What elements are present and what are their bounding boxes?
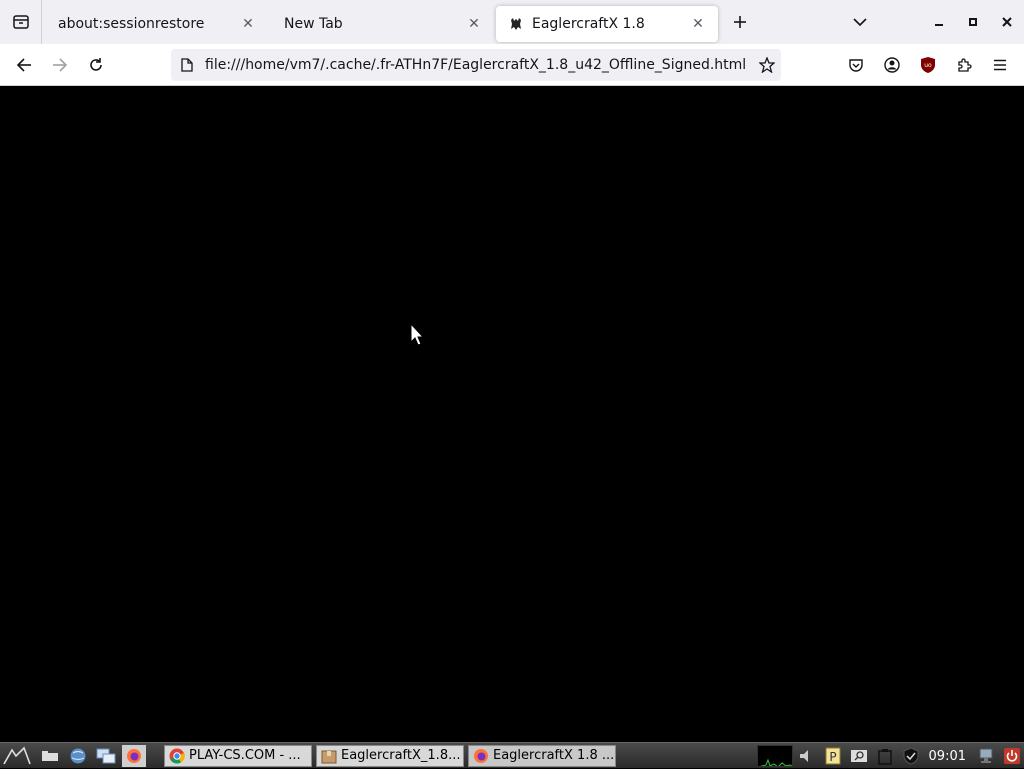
app-menu-button[interactable] bbox=[982, 49, 1018, 81]
maximize-icon bbox=[969, 18, 977, 26]
reload-icon bbox=[90, 57, 102, 71]
volume-icon[interactable] bbox=[795, 745, 819, 767]
package-icon bbox=[321, 750, 337, 763]
minimize-icon bbox=[935, 24, 943, 26]
url-text[interactable]: file:///home/vm7/.cache/.fr-ATHn7F/Eagle… bbox=[205, 57, 753, 73]
puzzle-icon bbox=[958, 58, 972, 72]
system-tray: P 09:01 bbox=[756, 743, 1024, 769]
account-button[interactable] bbox=[874, 49, 910, 81]
close-icon[interactable]: ✕ bbox=[464, 14, 484, 34]
firefox-view-button[interactable] bbox=[0, 0, 42, 44]
close-window-button[interactable] bbox=[990, 4, 1024, 40]
url-bar[interactable]: file:///home/vm7/.cache/.fr-ATHn7F/Eagle… bbox=[171, 49, 781, 81]
ublock-shield-icon: uo bbox=[921, 57, 935, 73]
clock[interactable]: 09:01 bbox=[929, 749, 966, 764]
close-icon[interactable]: ✕ bbox=[238, 14, 258, 34]
chrome-icon bbox=[169, 748, 185, 763]
reload-button[interactable] bbox=[78, 49, 114, 81]
chevron-down-icon bbox=[853, 18, 867, 27]
file-manager-button[interactable] bbox=[94, 745, 118, 767]
new-tab-button[interactable] bbox=[720, 4, 760, 40]
pocket-button[interactable] bbox=[838, 49, 874, 81]
firefox-icon bbox=[127, 748, 141, 763]
svg-text:P: P bbox=[829, 750, 836, 764]
windows-icon bbox=[96, 748, 116, 763]
toolbar-right: uo bbox=[838, 49, 1018, 81]
parking-icon[interactable]: P bbox=[821, 745, 845, 767]
task-label: EaglercraftX 1.8 ... bbox=[493, 748, 615, 763]
page-icon[interactable] bbox=[179, 57, 195, 73]
maximize-button[interactable] bbox=[956, 4, 990, 40]
tab-new-tab[interactable]: New Tab ✕ bbox=[268, 6, 494, 42]
minimize-button[interactable] bbox=[922, 4, 956, 40]
svg-text:uo: uo bbox=[924, 62, 932, 69]
account-icon bbox=[884, 57, 900, 73]
task-label: EaglercraftX_1.8... bbox=[341, 748, 461, 763]
page-content-canvas[interactable] bbox=[0, 86, 1024, 742]
firefox-launcher[interactable] bbox=[122, 744, 146, 767]
cpu-monitor[interactable] bbox=[756, 745, 793, 767]
hamburger-icon bbox=[994, 59, 1006, 71]
navigation-toolbar: file:///home/vm7/.cache/.fr-ATHn7F/Eagle… bbox=[0, 44, 1024, 86]
tab-strip: about:sessionrestore ✕ New Tab ✕ Eaglerc… bbox=[0, 0, 1024, 44]
tab-label: about:sessionrestore bbox=[58, 16, 205, 32]
task-eaglercraft-file[interactable]: EaglercraftX_1.8... bbox=[316, 744, 464, 767]
mouse-cursor-icon bbox=[410, 323, 425, 346]
close-icon[interactable]: ✕ bbox=[688, 14, 708, 34]
globe-icon bbox=[70, 748, 86, 763]
pocket-icon bbox=[849, 59, 863, 72]
tab-eaglercraft[interactable]: EaglercraftX 1.8 ✕ bbox=[496, 6, 718, 42]
firefox-view-icon bbox=[12, 15, 29, 29]
plus-icon bbox=[734, 16, 746, 28]
shield-icon[interactable] bbox=[899, 745, 923, 767]
network-icon[interactable] bbox=[974, 745, 998, 767]
eaglercraft-favicon-icon bbox=[508, 16, 524, 32]
close-icon bbox=[1002, 17, 1012, 27]
search-icon[interactable] bbox=[847, 745, 871, 767]
task-eaglercraft-firefox[interactable]: EaglercraftX 1.8 ... bbox=[468, 744, 616, 767]
tab-label: New Tab bbox=[284, 16, 343, 32]
task-play-cs[interactable]: PLAY-CS.COM - ... bbox=[164, 744, 312, 767]
list-all-tabs-button[interactable] bbox=[842, 4, 878, 40]
arrow-left-icon bbox=[16, 57, 31, 72]
power-icon[interactable] bbox=[1000, 745, 1024, 767]
tab-label: EaglercraftX 1.8 bbox=[532, 16, 645, 32]
tab-sessionrestore[interactable]: about:sessionrestore ✕ bbox=[42, 6, 268, 42]
back-button[interactable] bbox=[6, 49, 42, 81]
arrow-right-icon bbox=[53, 57, 68, 72]
extensions-button[interactable] bbox=[946, 49, 982, 81]
bookmark-star-icon[interactable] bbox=[753, 51, 781, 79]
clipboard-icon[interactable] bbox=[873, 745, 897, 767]
firefox-icon bbox=[474, 748, 488, 763]
network-browser-button[interactable] bbox=[66, 745, 90, 767]
show-desktop-button[interactable] bbox=[38, 745, 62, 767]
start-menu-button[interactable] bbox=[0, 743, 34, 769]
forward-button[interactable] bbox=[42, 49, 78, 81]
ublock-button[interactable]: uo bbox=[910, 49, 946, 81]
start-menu-icon bbox=[3, 746, 31, 764]
taskbar: PLAY-CS.COM - ... EaglercraftX_1.8... Ea… bbox=[0, 742, 1024, 768]
task-label: PLAY-CS.COM - ... bbox=[189, 748, 301, 763]
desktop-icon bbox=[42, 750, 58, 761]
taskbar-separator bbox=[150, 745, 160, 767]
